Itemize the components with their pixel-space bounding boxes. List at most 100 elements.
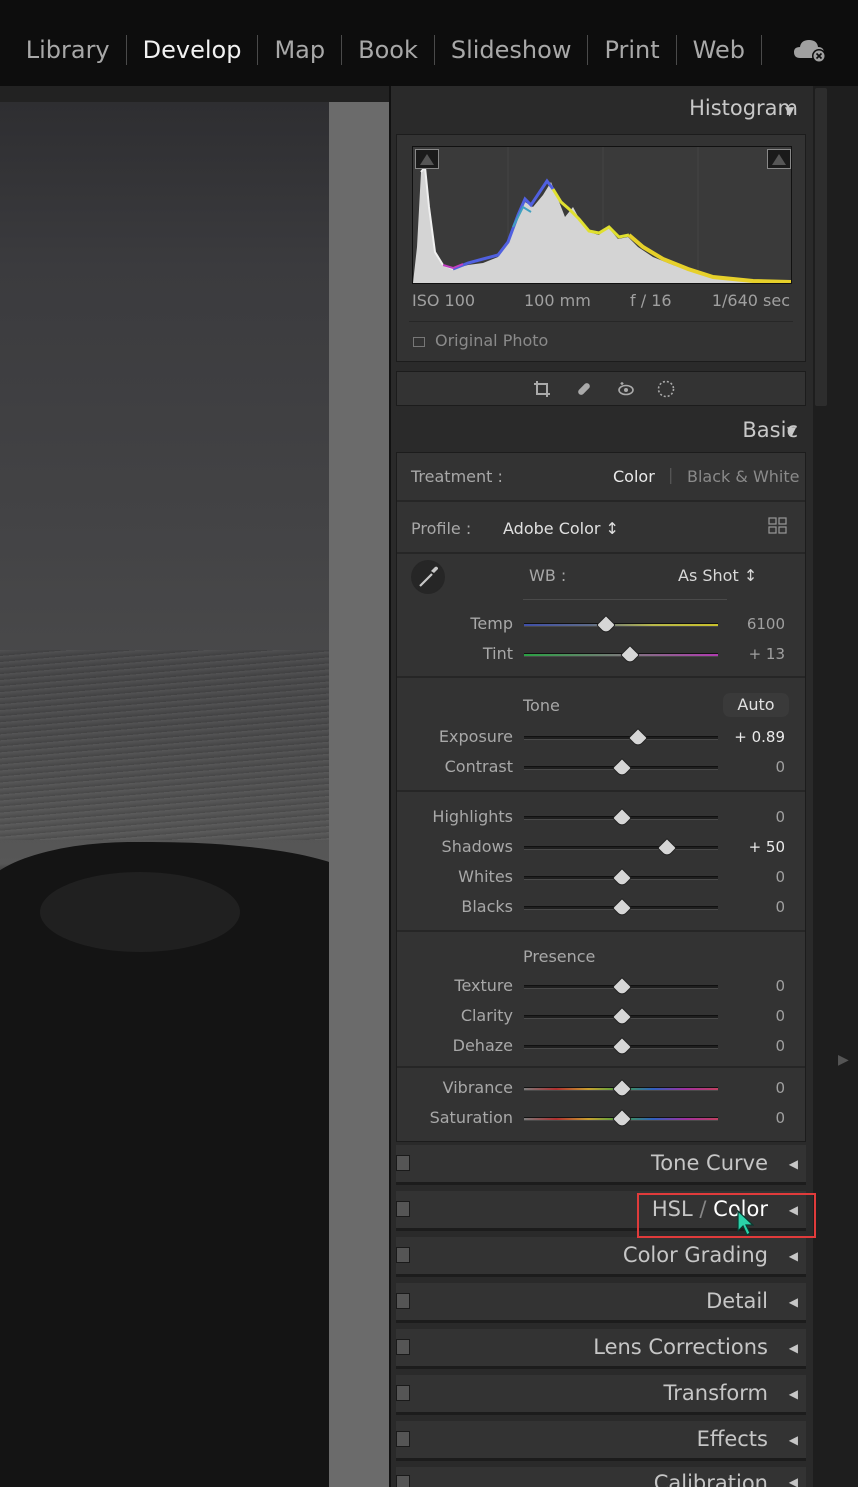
panel-toggle-switch[interactable] <box>396 1201 410 1217</box>
contrast-value[interactable]: 0 <box>715 758 785 776</box>
profile-dropdown[interactable]: Adobe Color ↕ <box>503 519 619 538</box>
panel-lens-corrections[interactable]: Lens Corrections ◀ <box>396 1329 806 1369</box>
calibration-title[interactable]: Calibration <box>654 1471 768 1487</box>
dehaze-value[interactable]: 0 <box>715 1037 785 1055</box>
vibrance-value[interactable]: 0 <box>715 1079 785 1097</box>
module-picker-bar: Library Develop Map Book Slideshow Print… <box>0 0 858 86</box>
exif-info: ISO 100 100 mm f / 16 1/640 sec <box>412 291 792 321</box>
clarity-slider-thumb[interactable] <box>614 1010 628 1024</box>
profile-browser-icon[interactable] <box>768 517 788 535</box>
saturation-value[interactable]: 0 <box>715 1109 785 1127</box>
shadows-slider[interactable] <box>524 846 718 850</box>
module-print[interactable]: Print <box>588 31 675 69</box>
blacks-slider-thumb[interactable] <box>614 901 628 915</box>
panel-toggle-switch[interactable] <box>396 1339 410 1355</box>
healing-icon[interactable] <box>574 379 594 399</box>
panel-toggle-switch[interactable] <box>396 1385 410 1401</box>
panel-toggle-switch[interactable] <box>396 1155 410 1171</box>
vibrance-slider-thumb[interactable] <box>614 1082 628 1096</box>
section-divider <box>397 552 805 554</box>
original-photo-label: Original Photo <box>435 331 549 350</box>
panel-effects[interactable]: Effects ◀ <box>396 1421 806 1461</box>
original-photo-toggle[interactable]: Original Photo <box>413 331 548 350</box>
wb-dropdown[interactable]: As Shot ↕ <box>678 566 757 585</box>
module-map[interactable]: Map <box>258 31 341 69</box>
expand-triangle-icon[interactable]: ◀ <box>789 1433 798 1447</box>
exif-iso: ISO 100 <box>412 291 476 310</box>
crop-icon[interactable] <box>532 379 552 399</box>
tint-slider-thumb[interactable] <box>622 648 636 662</box>
saturation-slider-thumb[interactable] <box>614 1112 628 1126</box>
clarity-value[interactable]: 0 <box>715 1007 785 1025</box>
shadow-clipping-toggle[interactable] <box>415 149 439 169</box>
exposure-slider[interactable] <box>524 736 718 740</box>
color-grading-title[interactable]: Color Grading <box>623 1243 768 1267</box>
shadows-value[interactable]: + 50 <box>715 838 785 856</box>
profile-label: Profile : <box>411 519 472 538</box>
treatment-label: Treatment : <box>411 467 503 486</box>
highlights-value[interactable]: 0 <box>715 808 785 826</box>
temp-value[interactable]: 6100 <box>715 615 785 633</box>
exposure-slider-thumb[interactable] <box>630 731 644 745</box>
detail-title[interactable]: Detail <box>706 1289 768 1313</box>
expand-triangle-icon[interactable]: ◀ <box>789 1341 798 1355</box>
panel-toggle-switch[interactable] <box>396 1431 410 1447</box>
scrollbar-thumb[interactable] <box>815 88 827 406</box>
redeye-icon[interactable] <box>616 379 636 399</box>
expand-triangle-icon[interactable]: ◀ <box>789 1387 798 1401</box>
tone-label: Tone <box>523 696 560 715</box>
module-library[interactable]: Library <box>10 31 126 69</box>
texture-slider-thumb[interactable] <box>614 980 628 994</box>
cloud-sync-icon[interactable] <box>792 36 828 64</box>
treatment-color-option[interactable]: Color <box>613 467 655 486</box>
tone-curve-title[interactable]: Tone Curve <box>651 1151 768 1175</box>
module-slideshow[interactable]: Slideshow <box>435 31 588 69</box>
effects-title[interactable]: Effects <box>697 1427 768 1451</box>
shadows-slider-thumb[interactable] <box>659 841 673 855</box>
module-web[interactable]: Web <box>677 31 761 69</box>
panel-toggle-switch[interactable] <box>396 1247 410 1263</box>
blacks-label: Blacks <box>461 897 513 916</box>
whites-value[interactable]: 0 <box>715 868 785 886</box>
masking-icon[interactable] <box>656 379 676 399</box>
auto-tone-button[interactable]: Auto <box>723 693 789 717</box>
texture-value[interactable]: 0 <box>715 977 785 995</box>
temp-slider-thumb[interactable] <box>598 618 612 632</box>
panel-toggle-switch[interactable] <box>396 1475 410 1487</box>
expand-triangle-icon[interactable]: ◀ <box>789 1157 798 1171</box>
expand-triangle-icon[interactable]: ◀ <box>789 1295 798 1309</box>
highlight-clipping-toggle[interactable] <box>767 149 791 169</box>
wb-eyedropper-icon[interactable] <box>411 560 445 594</box>
treatment-separator: | <box>668 465 674 484</box>
blacks-value[interactable]: 0 <box>715 898 785 916</box>
panel-transform[interactable]: Transform ◀ <box>396 1375 806 1415</box>
exposure-value[interactable]: + 0.89 <box>715 728 785 746</box>
basic-collapse-icon[interactable]: ▼ <box>787 424 828 438</box>
highlights-slider-thumb[interactable] <box>614 811 628 825</box>
panel-toggle-switch[interactable] <box>396 1293 410 1309</box>
whites-slider-thumb[interactable] <box>614 871 628 885</box>
expand-triangle-icon[interactable]: ◀ <box>789 1249 798 1263</box>
panel-tone-curve[interactable]: Tone Curve ◀ <box>396 1145 806 1185</box>
histogram-title[interactable]: Histogram <box>689 96 798 120</box>
temp-slider[interactable] <box>524 623 718 627</box>
module-develop[interactable]: Develop <box>127 31 258 69</box>
treatment-bw-option[interactable]: Black & White <box>687 467 799 486</box>
panel-expand-arrow-icon[interactable]: ▶ <box>838 1052 849 1068</box>
expand-triangle-icon[interactable]: ◀ <box>789 1475 798 1487</box>
module-list: Library Develop Map Book Slideshow Print… <box>10 31 762 69</box>
histogram-collapse-icon[interactable]: ▼ <box>785 104 798 118</box>
module-book[interactable]: Book <box>342 31 434 69</box>
tint-value[interactable]: + 13 <box>715 645 785 663</box>
exif-shutter: 1/640 sec <box>711 291 790 310</box>
contrast-slider-thumb[interactable] <box>614 761 628 775</box>
transform-title[interactable]: Transform <box>664 1381 768 1405</box>
panel-calibration[interactable]: Calibration ◀ <box>396 1467 806 1487</box>
panel-scrollbar[interactable] <box>813 86 829 1487</box>
whites-label: Whites <box>458 867 513 886</box>
photo-preview[interactable] <box>0 102 329 1487</box>
panel-color-grading[interactable]: Color Grading ◀ <box>396 1237 806 1277</box>
dehaze-slider-thumb[interactable] <box>614 1040 628 1054</box>
lens-corrections-title[interactable]: Lens Corrections <box>593 1335 768 1359</box>
panel-detail[interactable]: Detail ◀ <box>396 1283 806 1323</box>
